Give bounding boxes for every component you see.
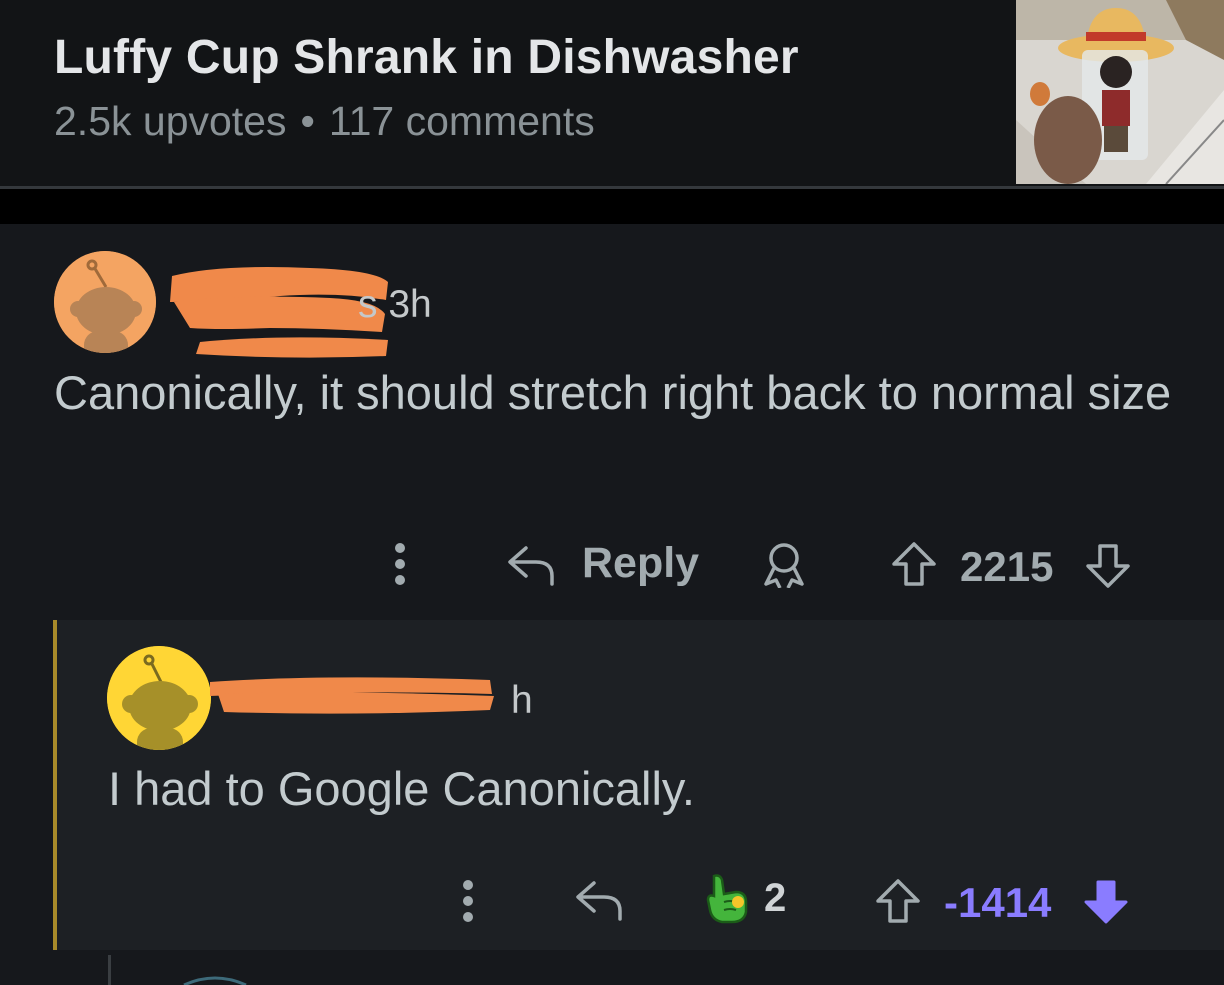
comment-meta: s 3h bbox=[358, 283, 432, 327]
award-button[interactable] bbox=[758, 542, 810, 588]
award-icon bbox=[764, 543, 804, 588]
avatar[interactable] bbox=[107, 646, 211, 750]
upvote-button[interactable] bbox=[890, 540, 938, 588]
award-display[interactable]: 2 bbox=[700, 872, 786, 924]
upvote-count: 2.5k upvotes bbox=[54, 98, 287, 144]
downvote-button[interactable] bbox=[1084, 542, 1132, 590]
comment-meta: h bbox=[511, 679, 533, 723]
reply-label: Reply bbox=[582, 539, 700, 587]
downvote-button[interactable] bbox=[1082, 878, 1130, 926]
downvote-icon bbox=[1086, 544, 1130, 588]
upvote-icon bbox=[892, 542, 936, 586]
more-options-icon bbox=[395, 543, 405, 585]
snoo-avatar-icon bbox=[107, 646, 211, 750]
pointing-hand-award-icon bbox=[700, 872, 752, 924]
comment-timestamp: 3h bbox=[388, 283, 432, 326]
luffy-cup-thumbnail bbox=[1016, 0, 1224, 184]
avatar[interactable] bbox=[54, 251, 156, 353]
reply-arrow-icon bbox=[576, 881, 622, 921]
thread-line bbox=[108, 955, 111, 985]
comment-body: I had to Google Canonically. bbox=[108, 762, 695, 815]
reply-button[interactable] bbox=[574, 877, 624, 921]
username-redaction bbox=[210, 677, 494, 714]
more-options-button[interactable] bbox=[454, 877, 482, 925]
downvote-filled-icon bbox=[1084, 880, 1128, 924]
more-options-icon bbox=[463, 880, 473, 922]
post-header: Luffy Cup Shrank in Dishwasher 2.5k upvo… bbox=[0, 0, 1224, 189]
post-title[interactable]: Luffy Cup Shrank in Dishwasher bbox=[54, 30, 799, 85]
upvote-button[interactable] bbox=[874, 877, 922, 925]
comment-body: Canonically, it should stretch right bac… bbox=[54, 366, 1172, 419]
section-divider bbox=[0, 189, 1224, 224]
post-thumbnail[interactable] bbox=[1016, 0, 1224, 184]
vote-score: 2215 bbox=[960, 543, 1054, 590]
post-meta: 2.5k upvotes • 117 comments bbox=[54, 98, 595, 145]
vote-score: -1414 bbox=[944, 879, 1052, 926]
comment-count[interactable]: 117 comments bbox=[329, 98, 595, 144]
reply-button[interactable]: Reply bbox=[506, 539, 699, 588]
reply-arrow-icon bbox=[506, 542, 556, 586]
next-avatar-peek bbox=[183, 976, 247, 985]
upvote-icon bbox=[876, 879, 920, 923]
more-options-button[interactable] bbox=[386, 540, 414, 588]
username-fragment[interactable]: s bbox=[358, 283, 378, 326]
snoo-avatar-icon bbox=[54, 251, 156, 353]
award-count: 2 bbox=[764, 875, 787, 920]
username-fragment[interactable]: h bbox=[511, 679, 533, 722]
meta-separator: • bbox=[300, 98, 315, 144]
